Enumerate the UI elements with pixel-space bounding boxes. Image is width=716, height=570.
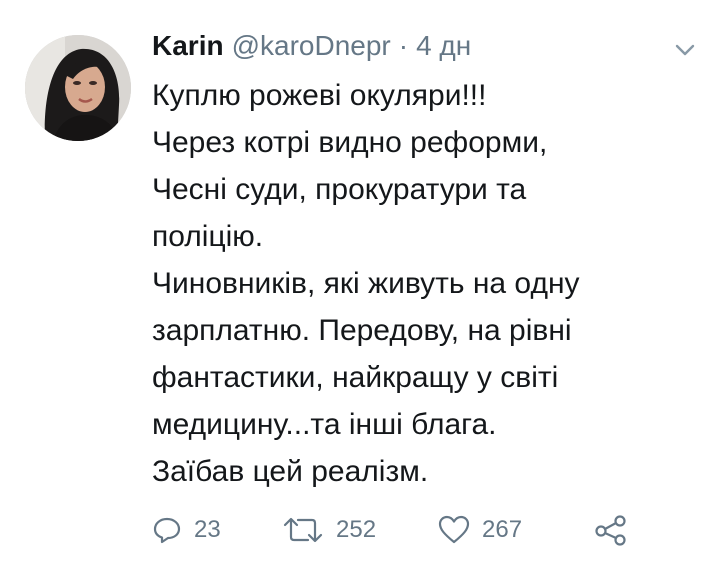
tweet-timestamp[interactable]: 4 дн bbox=[416, 30, 471, 62]
share-icon bbox=[595, 515, 626, 546]
tweet-actions: 23 252 267 bbox=[152, 510, 652, 550]
reply-button[interactable]: 23 bbox=[152, 510, 221, 550]
author-handle[interactable]: @karoDnepr bbox=[232, 30, 391, 62]
tweet-text-line: фантастики, найкращу у світі bbox=[152, 361, 559, 394]
tweet[interactable]: Karin @karoDnepr · 4 дн Куплю рожеві оку… bbox=[0, 0, 716, 570]
reply-icon bbox=[153, 517, 181, 544]
separator-dot: · bbox=[398, 30, 409, 61]
tweet-text-line: Чесні суди, прокуратури та bbox=[152, 173, 527, 206]
tweet-text-line: Куплю рожеві окуляри!!! bbox=[152, 79, 487, 112]
tweet-text-line: поліцію. bbox=[152, 220, 264, 253]
tweet-header: Karin @karoDnepr · 4 дн bbox=[152, 30, 471, 66]
reply-count: 23 bbox=[194, 516, 221, 543]
heart-icon bbox=[438, 515, 470, 544]
avatar[interactable] bbox=[25, 35, 131, 141]
retweet-icon bbox=[283, 517, 323, 543]
share-button[interactable] bbox=[594, 510, 640, 550]
tweet-text-line: зарплатню. Передову, на рівні bbox=[152, 314, 572, 347]
tweet-text-line: Чиновників, які живуть на одну bbox=[152, 267, 580, 300]
chevron-down-icon[interactable] bbox=[672, 40, 698, 60]
retweet-count: 252 bbox=[336, 516, 377, 543]
retweet-button[interactable]: 252 bbox=[282, 510, 376, 550]
author-name[interactable]: Karin bbox=[152, 30, 224, 62]
tweet-text-line: медицину...та інші блага. bbox=[152, 408, 497, 441]
like-button[interactable]: 267 bbox=[438, 510, 522, 550]
avatar-photo bbox=[25, 35, 131, 141]
tweet-text-line: Заїбав цей реалізм. bbox=[152, 455, 429, 488]
like-count: 267 bbox=[482, 516, 523, 543]
tweet-text: Куплю рожеві окуляри!!! Через котрі видн… bbox=[152, 72, 702, 495]
tweet-text-line: Через котрі видно реформи, bbox=[152, 126, 548, 159]
